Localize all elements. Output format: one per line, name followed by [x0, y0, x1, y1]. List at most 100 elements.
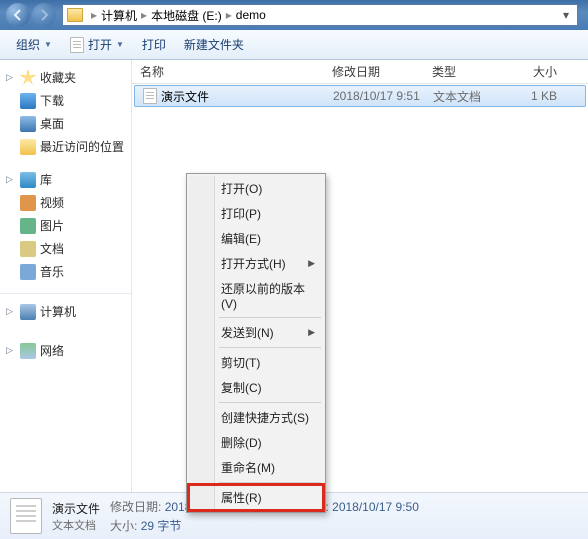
libraries-header[interactable]: ▷ 库	[2, 168, 129, 191]
star-icon	[20, 70, 36, 86]
favorites-label: 收藏夹	[40, 69, 76, 86]
title-bar: ▸ 计算机 ▸ 本地磁盘 (E:) ▸ demo ▾	[0, 0, 588, 30]
menu-label: 编辑(E)	[221, 230, 261, 247]
new-folder-label: 新建文件夹	[184, 36, 244, 53]
breadcrumb[interactable]: demo	[236, 8, 266, 22]
column-name[interactable]: 名称	[132, 63, 324, 80]
menu-label: 属性(R)	[221, 489, 262, 506]
expand-icon: ▷	[6, 345, 16, 356]
menu-separator	[219, 482, 321, 483]
libraries-group: ▷ 库 视频 图片 文档 音乐	[2, 168, 129, 283]
file-size-cell: 1 KB	[507, 89, 565, 103]
sidebar-item-label: 图片	[40, 217, 64, 234]
sidebar-item-label: 文档	[40, 240, 64, 257]
print-button[interactable]: 打印	[134, 32, 174, 57]
column-size[interactable]: 大小	[506, 63, 566, 80]
computer-icon	[20, 304, 36, 320]
sidebar-item-label: 最近访问的位置	[40, 138, 124, 155]
file-date-cell: 2018/10/17 9:51	[325, 89, 425, 103]
file-name: 演示文件	[161, 88, 209, 105]
nav-forward-button[interactable]	[32, 3, 56, 27]
computer-label: 计算机	[40, 303, 76, 320]
menu-send-to[interactable]: 发送到(N)▶	[189, 320, 323, 345]
desktop-icon	[20, 116, 36, 132]
toolbar: 组织 ▼ 打开 ▼ 打印 新建文件夹	[0, 30, 588, 60]
expand-icon: ▷	[6, 174, 16, 185]
chevron-right-icon: ▸	[141, 8, 147, 22]
menu-label: 创建快捷方式(S)	[221, 409, 309, 426]
sidebar-item-network[interactable]: ▷ 网络	[2, 339, 129, 362]
navigation-pane: ▷ 收藏夹 下载 桌面 最近访问的位置 ▷ 库 视频 图片 文档 音乐 ▷ 计算…	[0, 60, 132, 492]
text-file-icon	[143, 88, 157, 104]
open-menu[interactable]: 打开 ▼	[62, 32, 132, 57]
menu-delete[interactable]: 删除(D)	[189, 430, 323, 455]
menu-cut[interactable]: 剪切(T)	[189, 350, 323, 375]
open-label: 打开	[88, 36, 112, 53]
sidebar-item-downloads[interactable]: 下载	[2, 89, 129, 112]
sidebar-item-label: 桌面	[40, 115, 64, 132]
videos-icon	[20, 195, 36, 211]
libraries-label: 库	[40, 171, 52, 188]
sidebar-item-label: 音乐	[40, 263, 64, 280]
libraries-icon	[20, 172, 36, 188]
context-menu: 打开(O) 打印(P) 编辑(E) 打开方式(H) ▶ 还原以前的版本(V) 发送…	[186, 173, 326, 513]
chevron-down-icon: ▼	[44, 40, 52, 49]
menu-label: 打开(O)	[221, 180, 262, 197]
menu-label: 剪切(T)	[221, 354, 260, 371]
address-bar[interactable]: ▸ 计算机 ▸ 本地磁盘 (E:) ▸ demo ▾	[62, 4, 578, 26]
network-icon	[20, 343, 36, 359]
menu-separator	[219, 347, 321, 348]
recent-icon	[20, 139, 36, 155]
print-label: 打印	[142, 36, 166, 53]
menu-label: 打开方式(H)	[221, 255, 286, 272]
sidebar-item-label: 下载	[40, 92, 64, 109]
organize-menu[interactable]: 组织 ▼	[8, 32, 60, 57]
breadcrumb[interactable]: 计算机	[101, 7, 137, 24]
menu-properties[interactable]: 属性(R)	[189, 485, 323, 510]
downloads-icon	[20, 93, 36, 109]
menu-print[interactable]: 打印(P)	[189, 201, 323, 226]
sidebar-item-recent[interactable]: 最近访问的位置	[2, 135, 129, 158]
menu-edit[interactable]: 编辑(E)	[189, 226, 323, 251]
menu-copy[interactable]: 复制(C)	[189, 375, 323, 400]
new-folder-button[interactable]: 新建文件夹	[176, 32, 252, 57]
nav-back-button[interactable]	[6, 3, 30, 27]
sidebar-item-computer[interactable]: ▷ 计算机	[2, 300, 129, 323]
menu-open-with[interactable]: 打开方式(H) ▶	[189, 251, 323, 276]
sidebar-item-pictures[interactable]: 图片	[2, 214, 129, 237]
menu-separator	[219, 402, 321, 403]
chevron-right-icon: ▸	[91, 8, 97, 22]
expand-icon: ▷	[6, 72, 16, 83]
details-created-value: 2018/10/17 9:50	[332, 500, 419, 514]
menu-open[interactable]: 打开(O)	[189, 176, 323, 201]
details-size-value: 29 字节	[141, 519, 182, 533]
details-size-label: 大小:	[110, 519, 137, 533]
pictures-icon	[20, 218, 36, 234]
submenu-arrow-icon: ▶	[308, 258, 315, 269]
menu-label: 重命名(M)	[221, 459, 275, 476]
sidebar-item-music[interactable]: 音乐	[2, 260, 129, 283]
favorites-header[interactable]: ▷ 收藏夹	[2, 66, 129, 89]
breadcrumb[interactable]: 本地磁盘 (E:)	[151, 7, 222, 24]
favorites-group: ▷ 收藏夹 下载 桌面 最近访问的位置	[2, 66, 129, 158]
menu-restore[interactable]: 还原以前的版本(V)	[189, 276, 323, 315]
network-label: 网络	[40, 342, 64, 359]
file-row[interactable]: 演示文件 2018/10/17 9:51 文本文档 1 KB	[134, 85, 586, 107]
sidebar-item-label: 视频	[40, 194, 64, 211]
menu-create-shortcut[interactable]: 创建快捷方式(S)	[189, 405, 323, 430]
sidebar-item-documents[interactable]: 文档	[2, 237, 129, 260]
column-date[interactable]: 修改日期	[324, 63, 424, 80]
column-type[interactable]: 类型	[424, 63, 506, 80]
divider	[0, 293, 131, 294]
menu-label: 还原以前的版本(V)	[221, 280, 315, 311]
sidebar-item-videos[interactable]: 视频	[2, 191, 129, 214]
address-dropdown-icon[interactable]: ▾	[559, 8, 573, 22]
sidebar-item-desktop[interactable]: 桌面	[2, 112, 129, 135]
chevron-right-icon: ▸	[226, 8, 232, 22]
details-title-block: 演示文件 文本文档	[52, 500, 100, 533]
file-type-cell: 文本文档	[425, 88, 507, 105]
menu-rename[interactable]: 重命名(M)	[189, 455, 323, 480]
menu-label: 复制(C)	[221, 379, 262, 396]
menu-label: 删除(D)	[221, 434, 262, 451]
details-file-name: 演示文件	[52, 500, 100, 517]
